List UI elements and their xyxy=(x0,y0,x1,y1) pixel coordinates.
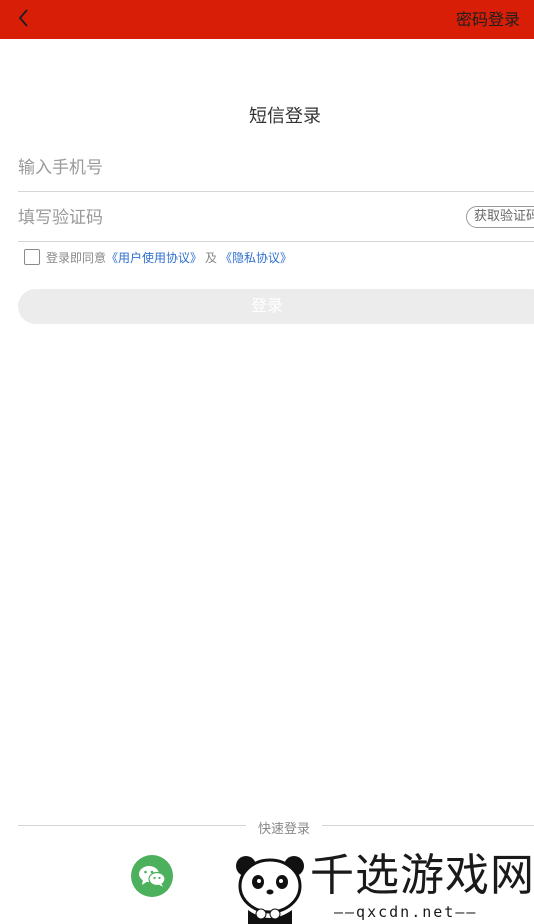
chevron-left-icon xyxy=(18,9,28,27)
wechat-icon xyxy=(139,866,166,887)
agreement-and: 及 xyxy=(205,250,218,265)
agreement-prefix: 登录即同意 xyxy=(46,250,107,265)
phone-input[interactable] xyxy=(18,148,458,188)
watermark-url: ——qxcdn.net—— xyxy=(334,903,478,921)
quick-login-divider-left xyxy=(18,825,246,826)
privacy-policy-link[interactable]: 《隐私协议》 xyxy=(220,249,292,266)
password-login-link[interactable]: 密码登录 xyxy=(456,0,520,39)
agreement-checkbox[interactable] xyxy=(24,249,40,265)
watermark-title: 千选游戏网 xyxy=(310,850,534,901)
code-input[interactable] xyxy=(18,198,458,238)
watermark: 千选游戏网 ——qxcdn.net—— xyxy=(232,850,534,924)
top-bar: 密码登录 xyxy=(0,0,534,39)
login-button[interactable]: 登录 xyxy=(18,289,534,324)
user-agreement-link[interactable]: 《用户使用协议》 xyxy=(106,249,202,266)
quick-login-divider-right xyxy=(322,825,534,826)
code-field: 获取验证码 xyxy=(18,198,534,242)
page-title: 短信登录 xyxy=(249,106,321,127)
get-code-button[interactable]: 获取验证码 xyxy=(466,206,534,228)
panda-logo-icon xyxy=(236,856,304,924)
agreement-row: 登录即同意 《用户使用协议》 及 《隐私协议》 xyxy=(24,248,292,266)
quick-login-label: 快速登录 xyxy=(257,822,310,837)
phone-field xyxy=(18,148,534,192)
back-button[interactable] xyxy=(12,6,36,30)
wechat-login-button[interactable] xyxy=(131,855,173,897)
